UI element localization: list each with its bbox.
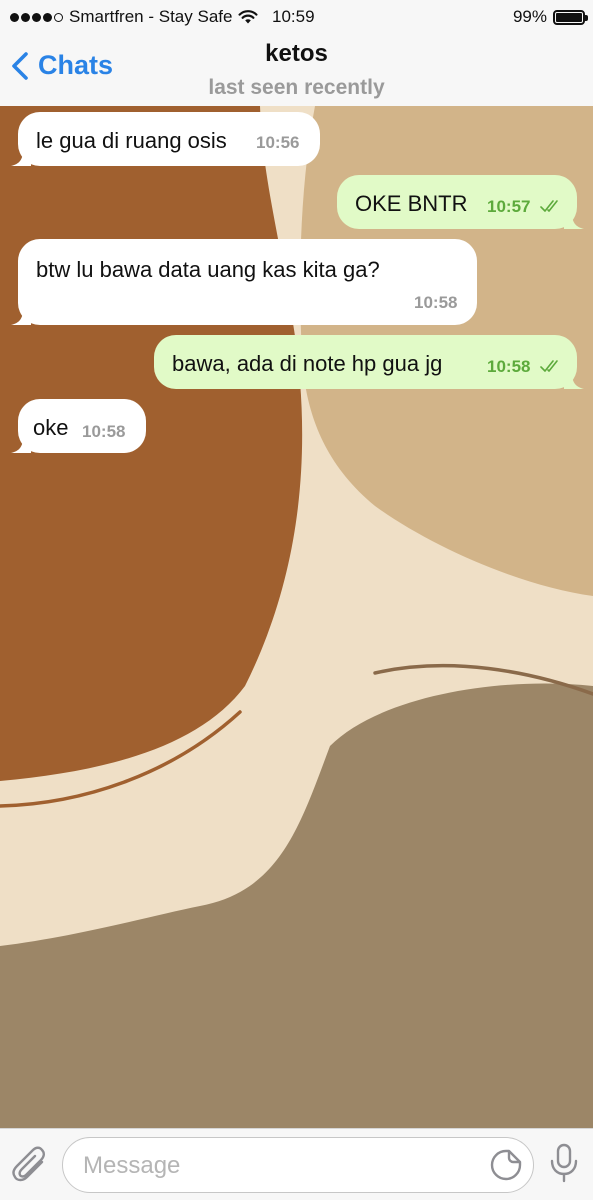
status-time: 10:59 [272,7,315,26]
message-time: 10:58 [487,357,531,376]
message-bubble-incoming[interactable]: btw lu bawa data uang kas kita ga? 10:58 [11,239,477,325]
message-text: OKE BNTR [355,191,468,216]
message-bubble-outgoing[interactable]: OKE BNTR 10:57 [337,175,584,229]
message-time: 10:58 [82,422,126,441]
bubble-tail [11,437,31,453]
message-text: le gua di ruang osis [36,128,227,153]
bubble-tail [11,309,31,325]
status-bar: Smartfren - Stay Safe 10:59 99% [0,0,593,34]
chat-area[interactable]: le gua di ruang osis 10:56 OKE BNTR 10:5… [0,106,593,1128]
message-bubble-incoming[interactable]: le gua di ruang osis 10:56 [11,112,320,166]
signal-dot [54,12,63,22]
signal-dot [21,12,30,22]
battery-percent: 99% [512,7,547,26]
message-time: 10:58 [414,293,458,312]
bubble-tail [564,373,584,389]
read-checkmarks-icon [540,200,558,212]
chat-header: Chats ketos last seen recently [0,34,593,106]
last-seen-status: last seen recently [208,76,385,99]
bubble-tail [564,213,584,229]
signal-strength-icon [10,12,63,22]
signal-dot [10,12,19,22]
bubble-tail [11,150,31,166]
message-bubble-outgoing[interactable]: bawa, ada di note hp gua jg 10:58 [154,335,584,389]
signal-dot [43,12,52,22]
signal-dot [32,12,41,22]
battery-icon [553,9,588,25]
microphone-icon[interactable] [547,1143,581,1185]
message-text: bawa, ada di note hp gua jg [172,351,443,376]
message-time: 10:57 [487,197,531,216]
read-checkmarks-icon [540,360,558,372]
paperclip-icon[interactable] [12,1145,50,1185]
carrier-name: Smartfren - Stay Safe [69,7,233,26]
message-text: oke [33,415,69,440]
message-input[interactable] [81,1148,475,1184]
battery-fill [556,12,582,22]
message-time: 10:56 [256,133,300,152]
sticker-icon[interactable] [489,1148,523,1182]
message-text: btw lu bawa data uang kas kita ga? [36,257,380,282]
message-bubble-incoming[interactable]: oke 10:58 [11,399,146,453]
chat-title[interactable]: ketos [0,40,593,68]
battery-status: 99% [512,7,588,27]
wifi-icon [238,10,258,24]
message-field[interactable] [62,1137,534,1193]
carrier-info: Smartfren - Stay Safe [10,7,258,27]
message-input-bar [0,1128,593,1200]
